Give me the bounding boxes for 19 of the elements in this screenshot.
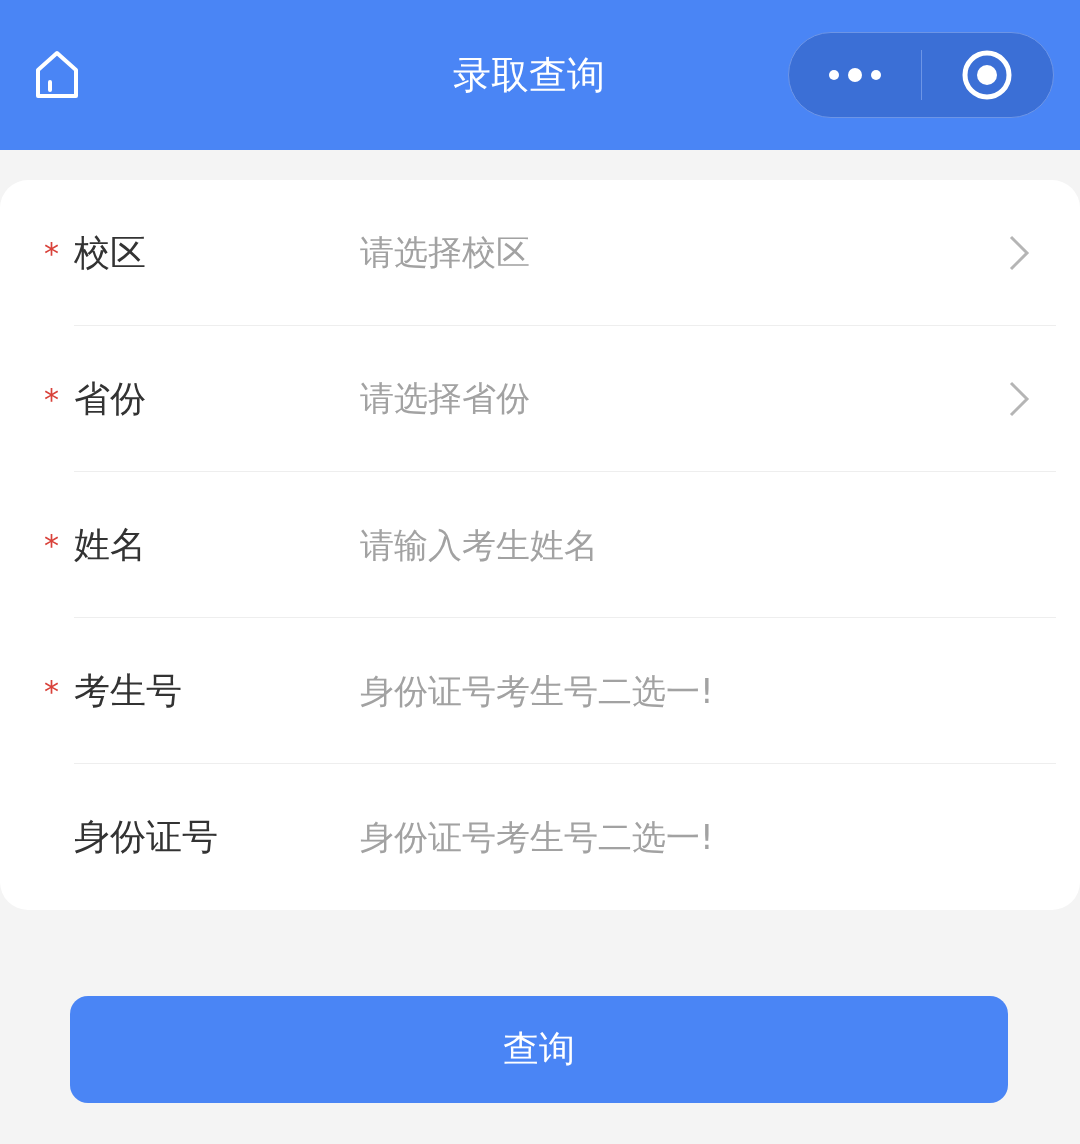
field-label: 姓名: [74, 522, 147, 567]
field-label: 身份证号: [74, 814, 219, 859]
submit-button[interactable]: 查询: [70, 996, 1008, 1103]
field-label: 考生号: [74, 668, 183, 713]
required-mark: *: [44, 381, 59, 417]
input-field[interactable]: 身份证号考生号二选一!: [360, 817, 1030, 857]
chevron-icon: [1008, 234, 1030, 272]
picker-field[interactable]: 请选择校区: [360, 230, 1030, 276]
home-icon[interactable]: [34, 50, 80, 100]
chevron-icon: [1008, 380, 1030, 418]
required-mark: *: [44, 235, 59, 271]
input-field[interactable]: 请输入考生姓名: [360, 525, 1030, 565]
field-label: 省份: [74, 376, 147, 421]
field-label: 校区: [74, 230, 147, 275]
page-title: 录取查询: [452, 51, 606, 99]
picker-field[interactable]: 请选择省份: [360, 376, 1030, 422]
required-mark: *: [44, 527, 59, 563]
input-field[interactable]: 身份证号考生号二选一!: [360, 671, 1030, 711]
required-mark: *: [44, 673, 59, 709]
